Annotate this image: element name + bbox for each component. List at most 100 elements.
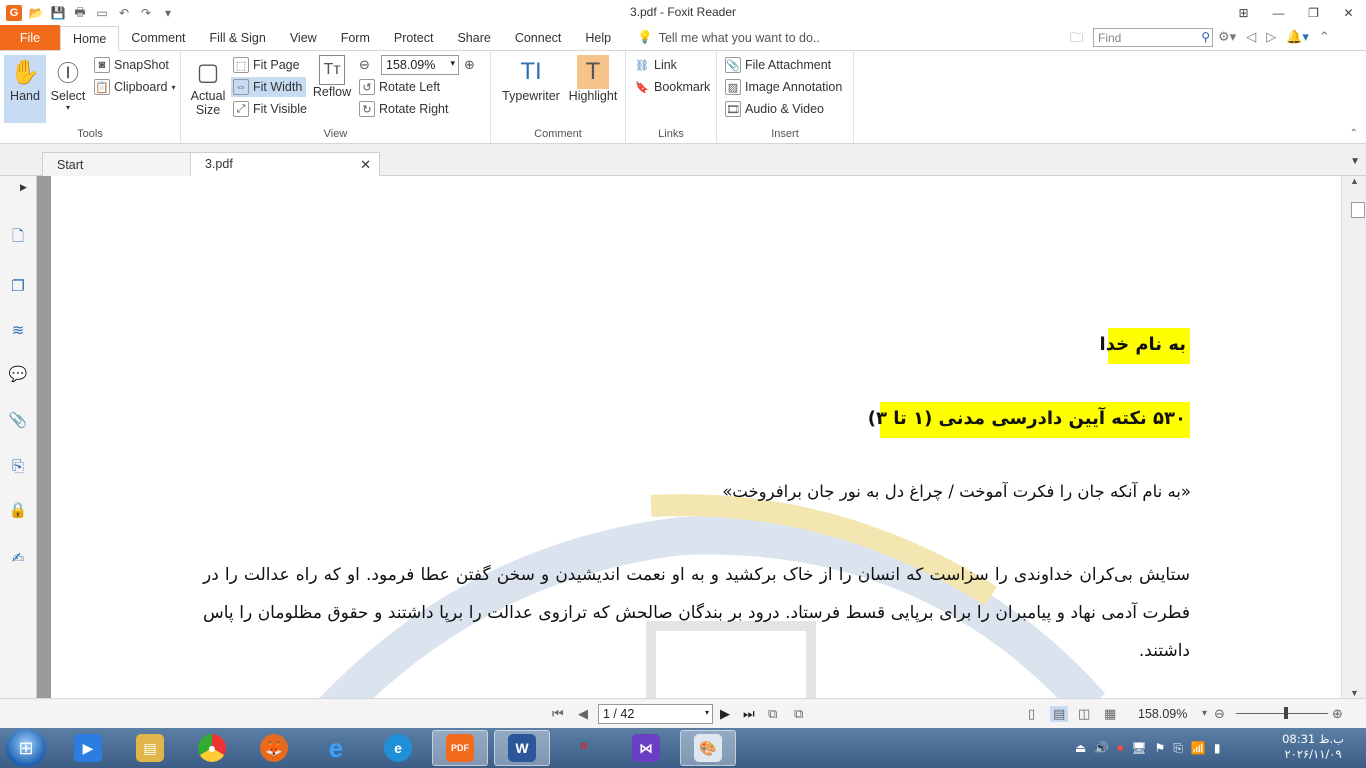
zoom-out-status-icon[interactable]: ⊖ <box>1214 706 1225 722</box>
find-input[interactable]: Find ⚲ <box>1093 28 1213 47</box>
ribbon-options-icon[interactable]: ⊞ <box>1226 0 1261 26</box>
continuous-facing-icon[interactable]: ▦ <box>1104 706 1116 722</box>
scroll-up-icon[interactable]: ▲ <box>1350 176 1359 186</box>
image-annotation-button[interactable]: ▨ Image Annotation <box>725 77 842 97</box>
next-arrow-icon[interactable]: ▷ <box>1266 29 1276 45</box>
copy-icon[interactable]: ⎘ <box>1173 741 1183 756</box>
tab-comment[interactable]: Comment <box>119 25 197 50</box>
scroll-thumb[interactable] <box>1351 202 1365 218</box>
comments-icon[interactable]: 💬 <box>8 364 28 384</box>
paint-app[interactable]: 🎨 <box>680 730 736 766</box>
file-explorer-app[interactable]: ▤ <box>122 730 178 766</box>
collapse-ribbon-icon[interactable]: ⌃ <box>1350 128 1358 139</box>
zoom-in-icon[interactable]: ⊕ <box>464 57 475 73</box>
customize-dropdown-icon[interactable]: ▾ <box>160 5 176 21</box>
system-clock[interactable]: 08:31 ب.ظ ۲۰۲۶/۱۱/۰۹ <box>1282 732 1344 762</box>
chrome-app[interactable]: ● <box>184 730 240 766</box>
restore-button[interactable]: ❐ <box>1296 0 1331 26</box>
signature-icon[interactable]: ⎘ <box>8 456 28 476</box>
red-app[interactable]: ᴿ <box>556 730 612 766</box>
tab-start[interactable]: Start <box>42 152 192 176</box>
zoom-in-status-icon[interactable]: ⊕ <box>1332 706 1343 722</box>
page-number-input[interactable]: 1 / 42 ▾ <box>598 704 713 724</box>
previous-view-icon[interactable]: ⧉ <box>768 706 777 722</box>
open-folder-icon[interactable]: 📂 <box>28 5 44 21</box>
signature-panel-icon[interactable]: ✍ <box>8 548 28 568</box>
undo-icon[interactable]: ↶ <box>116 5 132 21</box>
tabs-list-dropdown-icon[interactable]: ▼ <box>1350 156 1360 167</box>
tab-help[interactable]: Help <box>573 25 623 50</box>
attachments-icon[interactable]: 📎 <box>8 410 28 430</box>
internet-explorer-app[interactable]: e <box>308 730 364 766</box>
clipboard-button[interactable]: 📋 Clipboard ▾ <box>94 77 176 97</box>
close-tab-icon[interactable]: ✕ <box>360 157 371 173</box>
document-viewport[interactable]: به نام خدا ۵۳۰ نکته آیین دادرسی مدنی (۱ … <box>37 176 1341 698</box>
screen-icon[interactable]: ▭ <box>94 5 110 21</box>
start-button[interactable]: ⊞ <box>6 729 46 767</box>
volume-icon[interactable]: 🔊 <box>1094 741 1109 755</box>
link-button[interactable]: ⛓ Link <box>634 55 677 75</box>
expand-panel-arrow-icon[interactable]: ▶ <box>20 182 27 193</box>
previous-arrow-icon[interactable]: ◁ <box>1246 29 1256 45</box>
signal-bars-icon[interactable]: 📶 <box>1191 741 1206 755</box>
vertical-scrollbar[interactable]: ▲ ▼ <box>1341 176 1366 698</box>
tab-connect[interactable]: Connect <box>503 25 574 50</box>
tab-view[interactable]: View <box>278 25 329 50</box>
continuous-page-icon[interactable]: ▤ <box>1050 706 1069 722</box>
fit-visible-button[interactable]: ⤢ Fit Visible <box>233 99 307 119</box>
reflow-button[interactable]: Tт Reflow <box>311 55 353 123</box>
next-page-icon[interactable]: ▶ <box>720 706 730 722</box>
media-player-app[interactable]: ▶ <box>60 730 116 766</box>
save-icon[interactable]: 💾 <box>50 5 66 21</box>
facing-page-icon[interactable]: ◫ <box>1078 706 1090 722</box>
status-zoom-value[interactable]: 158.09% <box>1138 707 1187 721</box>
firefox-app[interactable]: 🦊 <box>246 730 302 766</box>
tab-home[interactable]: Home <box>60 26 120 51</box>
network-drive-icon[interactable]: ⏏ <box>1075 741 1086 755</box>
battery-icon[interactable]: ▮ <box>1214 741 1221 755</box>
layers-icon[interactable]: ≋ <box>8 320 28 340</box>
flag-icon[interactable]: ⚑ <box>1155 741 1166 755</box>
rotate-right-button[interactable]: ↻ Rotate Right <box>359 99 448 119</box>
tab-share[interactable]: Share <box>445 25 502 50</box>
first-page-icon[interactable]: ⏮ <box>552 706 564 722</box>
pages-icon[interactable]: ❐ <box>8 276 28 296</box>
collapse-ribbon-chevron-icon[interactable]: ⌃ <box>1319 29 1330 45</box>
previous-page-icon[interactable]: ◀ <box>578 706 588 722</box>
zoom-dropdown-status-icon[interactable]: ▾ <box>1202 708 1207 719</box>
next-view-icon[interactable]: ⧉ <box>794 706 803 722</box>
tab-file[interactable]: File <box>0 25 60 50</box>
tab-fill-sign[interactable]: Fill & Sign <box>198 25 278 50</box>
bookmark-button[interactable]: 🔖 Bookmark <box>634 77 710 97</box>
tab-3pdf[interactable]: 3.pdf ✕ <box>190 152 380 176</box>
scroll-down-icon[interactable]: ▼ <box>1350 688 1359 698</box>
tab-form[interactable]: Form <box>329 25 382 50</box>
word-app[interactable]: W <box>494 730 550 766</box>
file-attachment-button[interactable]: 📎 File Attachment <box>725 55 831 75</box>
zoom-slider-track[interactable] <box>1236 713 1328 714</box>
typewriter-button[interactable]: TI Typewriter <box>499 55 563 123</box>
fit-page-button[interactable]: ⬚ Fit Page <box>233 55 300 75</box>
notification-bell-icon[interactable]: 🔔▾ <box>1286 29 1309 45</box>
edge-app[interactable]: e <box>370 730 426 766</box>
security-lock-icon[interactable]: 🔒 <box>8 500 28 520</box>
select-button[interactable]: Ⓘ Select ▾ <box>48 55 88 123</box>
foxit-reader-app[interactable]: PDF <box>432 730 488 766</box>
highlight-button[interactable]: T Highlight <box>567 55 619 123</box>
zoom-out-icon[interactable]: ⊖ <box>359 57 370 73</box>
tab-protect[interactable]: Protect <box>382 25 446 50</box>
record-icon[interactable]: ⏺ <box>1117 741 1123 756</box>
settings-gear-icon[interactable]: ⚙▾ <box>1218 29 1236 45</box>
close-button[interactable]: ✕ <box>1331 0 1366 26</box>
folder-search-icon[interactable]: 🗀 <box>1070 29 1083 51</box>
zoom-select[interactable]: 158.09% ▾ <box>381 55 459 75</box>
hand-button[interactable]: ✋ Hand <box>4 55 46 123</box>
minimize-button[interactable]: — <box>1261 0 1296 26</box>
snapshot-button[interactable]: ◙ SnapShot <box>94 55 169 75</box>
last-page-icon[interactable]: ⏭ <box>743 706 755 722</box>
rotate-left-button[interactable]: ↺ Rotate Left <box>359 77 440 97</box>
redo-icon[interactable]: ↷ <box>138 5 154 21</box>
single-page-icon[interactable]: ▯ <box>1028 706 1035 722</box>
zoom-slider-thumb[interactable] <box>1284 707 1288 719</box>
visual-studio-app[interactable]: ⋈ <box>618 730 674 766</box>
